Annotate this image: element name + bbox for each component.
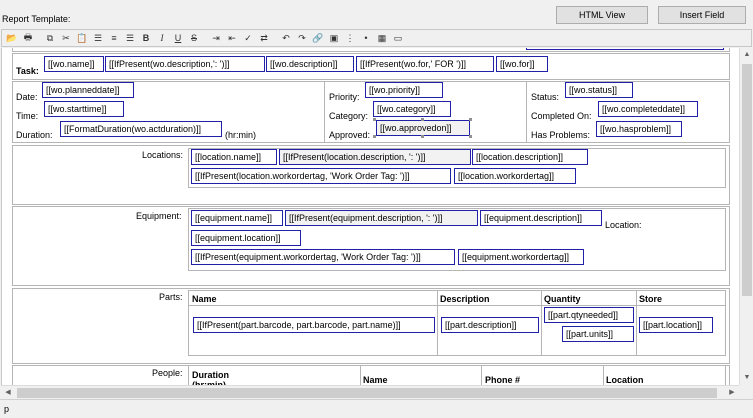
- status-bar: p: [0, 399, 753, 418]
- category-label: Category:: [329, 111, 369, 121]
- parts-col-quantity: Quantity: [544, 294, 581, 304]
- align-left-icon[interactable]: ☰: [90, 31, 106, 46]
- scroll-left-icon[interactable]: ◀: [1, 386, 15, 400]
- copy-icon[interactable]: ⧉: [42, 31, 58, 46]
- editor-toolbar: 📂 🖶 ⧉ ✂ 📋 ☰ ≡ ☰ B I U S ⇥ ⇤ ✓ ⇄ ↶ ↷ 🔗 ▣ …: [1, 29, 752, 47]
- approved-label: Approved:: [329, 130, 371, 140]
- top-partial-field[interactable]: [526, 48, 724, 50]
- equipment-description-field[interactable]: [[equipment.description]]: [480, 210, 602, 226]
- part-name-field[interactable]: [[IfPresent(part.barcode, part.barcode, …: [193, 317, 435, 333]
- strikethrough-icon[interactable]: S: [186, 31, 202, 46]
- indent-icon[interactable]: ⇥: [208, 31, 224, 46]
- print-icon[interactable]: 🖶: [20, 31, 36, 46]
- open-icon[interactable]: 📂: [4, 31, 20, 46]
- wo-for-field[interactable]: [[wo.for]]: [496, 56, 548, 72]
- html-view-button[interactable]: HTML View: [556, 6, 648, 24]
- location-workordertag-field[interactable]: [[location.workordertag]]: [454, 168, 576, 184]
- parts-col-store: Store: [639, 294, 663, 304]
- horizontal-rule-icon[interactable]: ▭: [390, 31, 406, 46]
- ordered-list-icon[interactable]: ⋮: [342, 31, 358, 46]
- location-workordertag-prefix-field[interactable]: [[IfPresent(location.workordertag, 'Work…: [191, 168, 451, 184]
- wo-description-field[interactable]: [[wo.description]]: [266, 56, 354, 72]
- equipment-workordertag-prefix-field[interactable]: [[IfPresent(equipment.workordertag, 'Wor…: [191, 249, 455, 265]
- table-icon[interactable]: ▦: [374, 31, 390, 46]
- category-field[interactable]: [[wo.category]]: [373, 101, 451, 117]
- priority-label: Priority:: [329, 92, 360, 102]
- scroll-down-icon[interactable]: ▼: [740, 371, 753, 385]
- outdent-icon[interactable]: ⇤: [224, 31, 240, 46]
- status-field[interactable]: [[wo.status]]: [565, 82, 633, 98]
- people-col-duration: Duration (hr:min): [192, 370, 229, 385]
- image-icon[interactable]: ▣: [326, 31, 342, 46]
- italic-icon[interactable]: I: [154, 31, 170, 46]
- equipment-description-prefix-field[interactable]: [[IfPresent(equipment.description, ': ')…: [285, 210, 478, 226]
- parts-col-name: Name: [192, 294, 217, 304]
- horizontal-scrollbar[interactable]: ◀ ▶: [1, 385, 739, 399]
- horizontal-scroll-thumb[interactable]: [17, 388, 717, 398]
- people-col-name: Name: [363, 375, 388, 385]
- vertical-scrollbar[interactable]: ▲ ▼: [739, 48, 753, 385]
- duration-field[interactable]: [[FormatDuration(wo.actduration)]]: [60, 121, 222, 137]
- align-right-icon[interactable]: ☰: [122, 31, 138, 46]
- scroll-up-icon[interactable]: ▲: [740, 48, 753, 62]
- redo-icon[interactable]: ↷: [294, 31, 310, 46]
- completed-date-field[interactable]: [[wo.completeddate]]: [598, 101, 698, 117]
- time-label: Time:: [16, 111, 39, 121]
- duration-unit-label: (hr:min): [225, 130, 256, 140]
- part-location-field[interactable]: [[part.location]]: [639, 317, 713, 333]
- people-label: People:: [152, 368, 183, 378]
- date-label: Date:: [16, 92, 38, 102]
- template-editor[interactable]: Task: [[wo.name]] [[IfPresent(wo.descrip…: [1, 48, 739, 385]
- part-description-field[interactable]: [[part.description]]: [441, 317, 539, 333]
- planned-date-field[interactable]: [[wo.planneddate]]: [42, 82, 134, 98]
- cut-icon[interactable]: ✂: [58, 31, 74, 46]
- part-qtyneeded-field[interactable]: [[part.qtyneeded]]: [544, 307, 634, 323]
- align-center-icon[interactable]: ≡: [106, 31, 122, 46]
- link-icon[interactable]: 🔗: [310, 31, 326, 46]
- approved-on-field[interactable]: [[wo.approvedon]]: [376, 120, 470, 136]
- undo-icon[interactable]: ↶: [278, 31, 294, 46]
- find-replace-icon[interactable]: ⇄: [256, 31, 272, 46]
- equipment-workordertag-field[interactable]: [[equipment.workordertag]]: [458, 249, 584, 265]
- completed-on-label: Completed On:: [531, 111, 592, 121]
- has-problem-field[interactable]: [[wo.hasproblem]]: [596, 121, 682, 137]
- people-table: [188, 365, 726, 385]
- wo-for-prefix-field[interactable]: [[IfPresent(wo.for,' FOR ')]]: [356, 56, 494, 72]
- equipment-location-label: Location:: [605, 220, 642, 230]
- vertical-scroll-thumb[interactable]: [742, 64, 752, 296]
- equipment-name-field[interactable]: [[equipment.name]]: [191, 210, 283, 226]
- duration-label: Duration:: [16, 130, 53, 140]
- has-problems-label: Has Problems:: [531, 130, 591, 140]
- equipment-location-field[interactable]: [[equipment.location]]: [191, 230, 301, 246]
- spellcheck-icon[interactable]: ✓: [240, 31, 256, 46]
- location-name-field[interactable]: [[location.name]]: [191, 149, 277, 165]
- part-units-field[interactable]: [[part.units]]: [562, 326, 634, 342]
- scrollbar-corner: [739, 385, 753, 399]
- scroll-right-icon[interactable]: ▶: [725, 386, 739, 400]
- start-time-field[interactable]: [[wo.starttime]]: [44, 101, 124, 117]
- parts-col-description: Description: [440, 294, 490, 304]
- location-description-field[interactable]: [[location.description]]: [472, 149, 588, 165]
- unordered-list-icon[interactable]: •: [358, 31, 374, 46]
- people-col-phone: Phone #: [485, 375, 521, 385]
- priority-field[interactable]: [[wo.priority]]: [365, 82, 443, 98]
- underline-icon[interactable]: U: [170, 31, 186, 46]
- wo-name-field[interactable]: [[wo.name]]: [44, 56, 104, 72]
- paste-icon[interactable]: 📋: [74, 31, 90, 46]
- equipment-label: Equipment:: [136, 211, 182, 221]
- status-label: Status:: [531, 92, 560, 102]
- parts-label: Parts:: [159, 292, 183, 302]
- insert-field-button[interactable]: Insert Field: [658, 6, 746, 24]
- people-col-location: Location: [606, 375, 644, 385]
- locations-label: Locations:: [142, 150, 184, 160]
- location-description-prefix-field[interactable]: [[IfPresent(location.description, ': ')]…: [279, 149, 471, 165]
- task-label: Task:: [16, 66, 39, 76]
- wo-description-prefix-field[interactable]: [[IfPresent(wo.description,': ')]]: [105, 56, 265, 72]
- bold-icon[interactable]: B: [138, 31, 154, 46]
- report-template-label: Report Template:: [2, 14, 71, 24]
